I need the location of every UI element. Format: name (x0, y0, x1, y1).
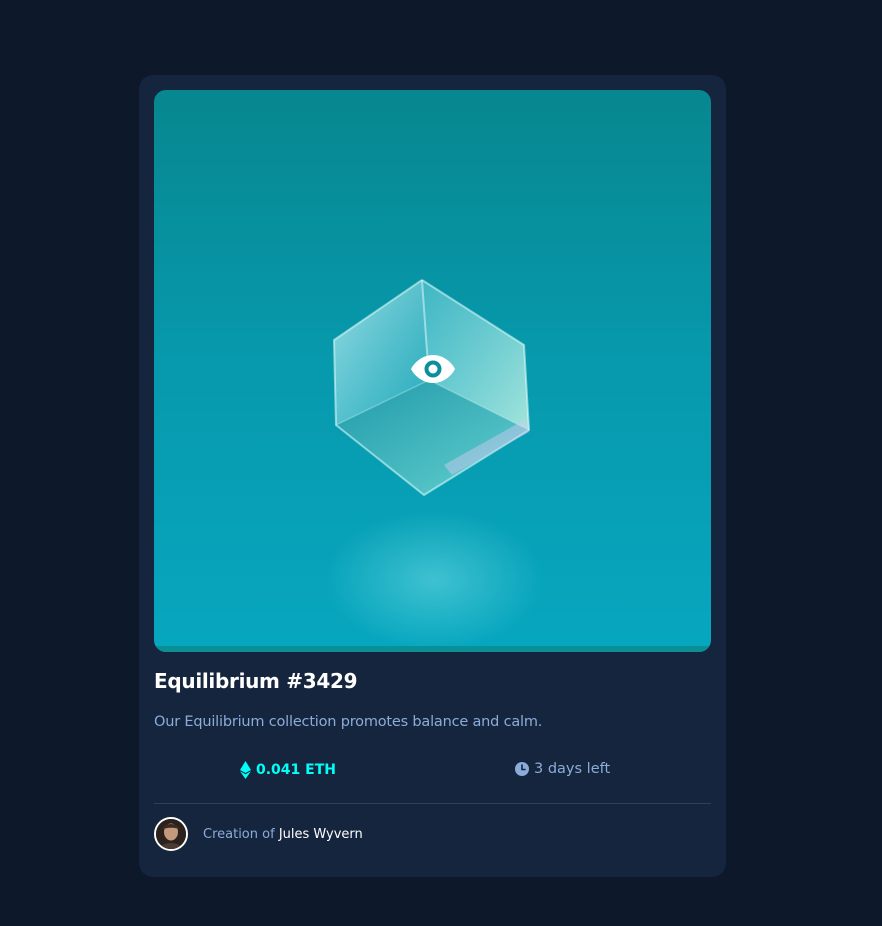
divider (154, 803, 711, 804)
time-remaining: 3 days left (515, 761, 610, 777)
crystal-cube-image (332, 279, 531, 497)
price-value: 0.041 ETH (256, 762, 336, 778)
eye-icon (411, 355, 455, 383)
ethereum-icon (240, 761, 251, 779)
image-light-reflection (324, 510, 544, 650)
image-bottom-strip (154, 646, 711, 652)
nft-image[interactable] (154, 90, 711, 652)
nft-title[interactable]: Equilibrium #3429 (154, 669, 357, 693)
creator-name-link[interactable]: Jules Wyvern (279, 827, 363, 842)
creator-line: Creation of Jules Wyvern (203, 827, 363, 842)
creator-prefix: Creation of (203, 826, 275, 842)
creator-info: Creation of Jules Wyvern (154, 817, 363, 851)
avatar-portrait (156, 819, 186, 849)
avatar (154, 817, 188, 851)
price-info: 0.041 ETH (240, 761, 336, 779)
nft-description: Our Equilibrium collection promotes bala… (154, 714, 543, 730)
nft-stats: 0.041 ETH 3 days left (154, 761, 711, 785)
clock-icon (515, 762, 529, 776)
nft-preview-card: Equilibrium #3429 Our Equilibrium collec… (139, 75, 726, 877)
time-left-text: 3 days left (534, 761, 611, 777)
